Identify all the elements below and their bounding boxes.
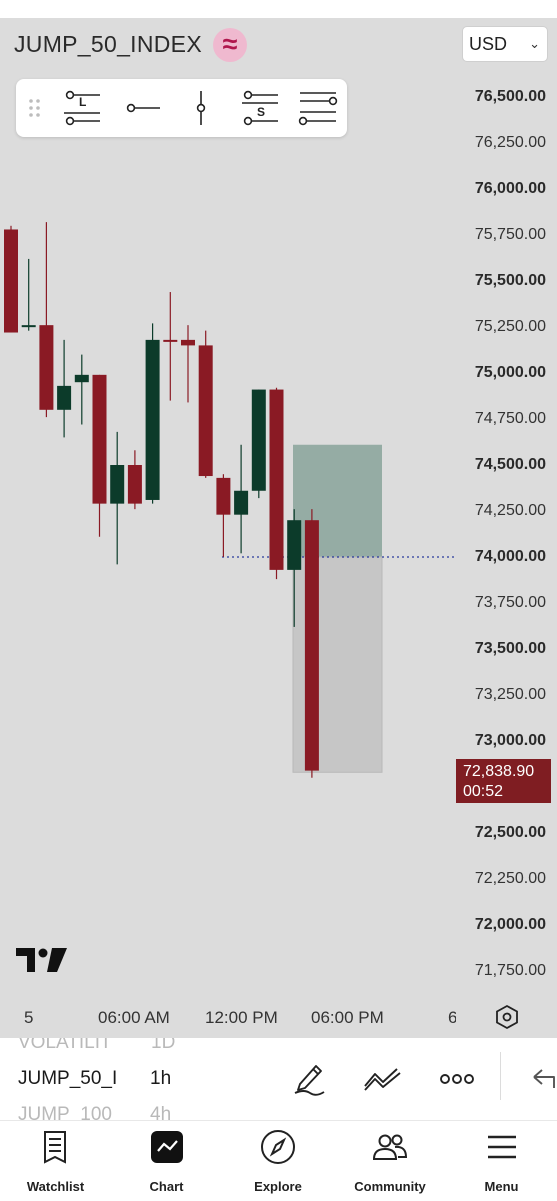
list-item-prev-interval[interactable]: 1D <box>151 1038 175 1054</box>
long-position-tool[interactable]: L <box>60 79 104 137</box>
horizontal-ray-tool[interactable] <box>122 79 166 137</box>
currency-select[interactable]: USD ⌄ <box>462 26 548 62</box>
status-bar <box>0 0 557 18</box>
chart-area[interactable]: JUMP_50_INDEX ≈ USD ⌄ L S 76,500.00 76,2… <box>0 18 557 1038</box>
time-axis-label: 06:00 PM <box>311 1008 384 1027</box>
candle-body <box>287 520 302 570</box>
nav-explore[interactable]: Explore <box>222 1121 334 1201</box>
nav-label: Menu <box>484 1179 519 1194</box>
price-axis-label: 75,500.00 <box>474 272 546 289</box>
community-icon <box>371 1129 409 1170</box>
price-axis-label: 76,250.00 <box>474 134 546 151</box>
price-axis-label: 74,500.00 <box>474 456 546 473</box>
time-axis-label: 06:00 AM <box>98 1008 170 1027</box>
candle-body <box>251 389 266 491</box>
short-position-tool[interactable]: S <box>238 79 282 137</box>
candle-body <box>216 477 231 515</box>
time-axis-label: 6 <box>448 1008 456 1027</box>
bar-countdown: 00:52 <box>463 783 504 800</box>
candle-body <box>181 339 195 346</box>
candle-body <box>74 374 89 383</box>
price-axis-label: 73,500.00 <box>474 640 546 657</box>
nav-watchlist[interactable]: Watchlist <box>0 1121 111 1201</box>
price-axis-label: 73,000.00 <box>474 732 546 749</box>
symbol-picker[interactable]: JUMP_50_I <box>18 1068 122 1090</box>
nav-label: Chart <box>149 1179 184 1194</box>
price-axis-label: 74,750.00 <box>474 410 546 427</box>
nav-label: Explore <box>254 1179 302 1194</box>
parallel-channel-tool[interactable] <box>296 79 340 137</box>
chevron-down-icon: ⌄ <box>529 36 540 51</box>
price-axis-label: 75,250.00 <box>474 318 546 335</box>
candle-body <box>21 325 36 328</box>
candle-body <box>57 385 72 410</box>
price-axis-label: 72,000.00 <box>474 916 546 933</box>
candle-body <box>39 325 54 410</box>
currency-value: USD <box>469 34 508 54</box>
interval-picker[interactable]: 1h <box>150 1068 171 1090</box>
chart-icon <box>150 1129 184 1170</box>
more-options-icon[interactable] <box>439 1070 475 1093</box>
tradingview-logo-icon <box>16 946 68 981</box>
price-axis-label: 74,250.00 <box>474 502 546 519</box>
list-item-next-interval[interactable]: 4h <box>150 1104 171 1120</box>
vertical-line-tool[interactable] <box>181 79 221 137</box>
candlestick-chart[interactable] <box>0 18 557 1038</box>
short-position-letter: S <box>257 105 266 119</box>
nav-label: Watchlist <box>26 1179 85 1194</box>
price-axis-label: 74,000.00 <box>474 548 546 565</box>
hamburger-menu-icon <box>486 1129 518 1170</box>
pencil-icon[interactable] <box>292 1060 326 1101</box>
price-axis-label: 71,750.00 <box>474 962 546 979</box>
price-axis-label: 72,500.00 <box>474 824 546 841</box>
long-position-letter: L <box>79 95 87 109</box>
price-axis-label: 75,750.00 <box>474 226 546 243</box>
bottom-navigation: Watchlist Chart Explore Community Menu <box>0 1120 557 1201</box>
candle-body <box>4 229 18 333</box>
candle-body <box>304 520 319 771</box>
candle-body <box>198 345 213 477</box>
price-axis-label: 73,250.00 <box>474 686 546 703</box>
list-item-prev-symbol[interactable]: VOLATILIT <box>18 1038 112 1054</box>
nav-label: Community <box>354 1179 426 1194</box>
nav-chart[interactable]: Chart <box>111 1121 222 1201</box>
candle-body <box>234 490 249 515</box>
symbol-interval-panel: VOLATILIT 1D JUMP_50_I 1h JUMP_100 4h <box>0 1038 557 1120</box>
wave-icon: ≈ <box>213 28 247 62</box>
price-axis-label: 72,250.00 <box>474 870 546 887</box>
candle-body <box>110 465 125 504</box>
compass-icon <box>260 1129 296 1172</box>
price-axis-label: 76,000.00 <box>474 180 546 197</box>
undo-icon[interactable] <box>530 1066 557 1095</box>
chart-settings-icon[interactable] <box>493 1003 521 1036</box>
drawing-toolbar: L S <box>16 79 347 137</box>
candle-body <box>127 465 142 504</box>
price-axis-label: 76,500.00 <box>474 88 546 105</box>
price-axis-label: 75,000.00 <box>474 364 546 381</box>
watchlist-icon <box>40 1129 72 1170</box>
price-axis-label: 73,750.00 <box>474 594 546 611</box>
candle-body <box>163 339 178 342</box>
current-price-tag: 72,838.90 00:52 <box>456 759 551 803</box>
time-axis-label: 12:00 PM <box>205 1008 278 1027</box>
drag-handle-icon[interactable] <box>22 79 46 137</box>
divider <box>500 1052 501 1100</box>
candle-body <box>92 374 107 504</box>
current-price: 72,838.90 <box>463 763 535 780</box>
nav-menu[interactable]: Menu <box>446 1121 557 1201</box>
indicators-icon[interactable] <box>363 1066 403 1097</box>
candle-body <box>269 389 284 570</box>
nav-community[interactable]: Community <box>334 1121 446 1201</box>
list-item-next-symbol[interactable]: JUMP_100 <box>18 1104 122 1120</box>
candle-body <box>145 339 160 500</box>
time-axis-label: 5 <box>24 1008 34 1027</box>
symbol-title[interactable]: JUMP_50_INDEX <box>14 31 202 58</box>
